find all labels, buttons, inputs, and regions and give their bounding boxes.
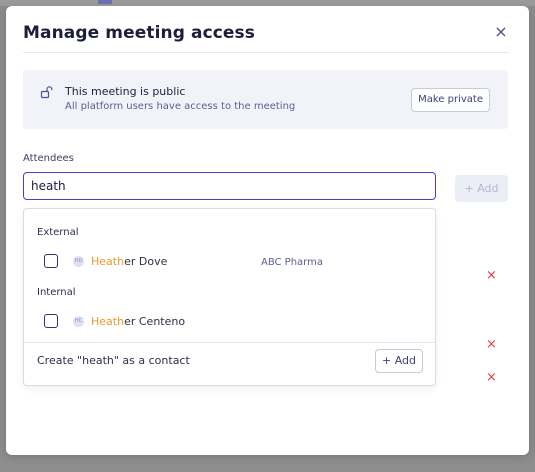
option-name: Heather Centeno <box>91 315 185 328</box>
dropdown-divider <box>24 342 435 343</box>
create-contact-text: Create "heath" as a contact <box>37 354 190 367</box>
create-contact-add-button[interactable]: + Add <box>374 349 423 373</box>
remove-attendee-icon[interactable]: × <box>486 337 497 352</box>
internal-section-label: Internal <box>37 287 76 298</box>
suggestion-option[interactable]: HD Heather Dove ABC Pharma <box>37 252 417 272</box>
add-attendee-button[interactable]: + Add <box>455 175 508 202</box>
background-tab-indicator <box>98 0 112 4</box>
manage-access-modal: Manage meeting access × This meeting is … <box>6 6 529 455</box>
close-icon[interactable]: × <box>493 24 509 40</box>
background-bottom-strip <box>0 456 535 472</box>
option-name-match: Heath <box>91 255 125 268</box>
modal-title: Manage meeting access <box>23 23 255 43</box>
option-name-match: Heath <box>91 315 125 328</box>
option-name-rest: er Centeno <box>124 315 186 328</box>
option-checkbox[interactable] <box>44 314 58 328</box>
avatar: HD <box>73 256 84 267</box>
remove-attendee-icon[interactable]: × <box>486 268 497 283</box>
option-checkbox[interactable] <box>44 254 58 268</box>
attendee-search-input[interactable] <box>23 172 436 200</box>
public-notice: This meeting is public All platform user… <box>23 70 508 129</box>
attendee-suggestions-dropdown: External HD Heather Dove ABC Pharma Inte… <box>23 208 436 386</box>
public-notice-title: This meeting is public <box>65 85 186 98</box>
external-section-label: External <box>37 227 79 238</box>
option-name-rest: er Dove <box>124 255 168 268</box>
avatar: HC <box>73 316 84 327</box>
make-private-button[interactable]: Make private <box>411 88 490 112</box>
unlock-icon <box>40 86 53 99</box>
suggestion-option[interactable]: HC Heather Centeno <box>37 312 417 332</box>
remove-attendee-icon[interactable]: × <box>486 370 497 385</box>
option-name: Heather Dove <box>91 255 167 268</box>
attendees-label: Attendees <box>23 153 74 164</box>
option-company: ABC Pharma <box>261 257 323 268</box>
public-notice-subtitle: All platform users have access to the me… <box>65 101 296 112</box>
modal-header: Manage meeting access × <box>23 20 509 53</box>
